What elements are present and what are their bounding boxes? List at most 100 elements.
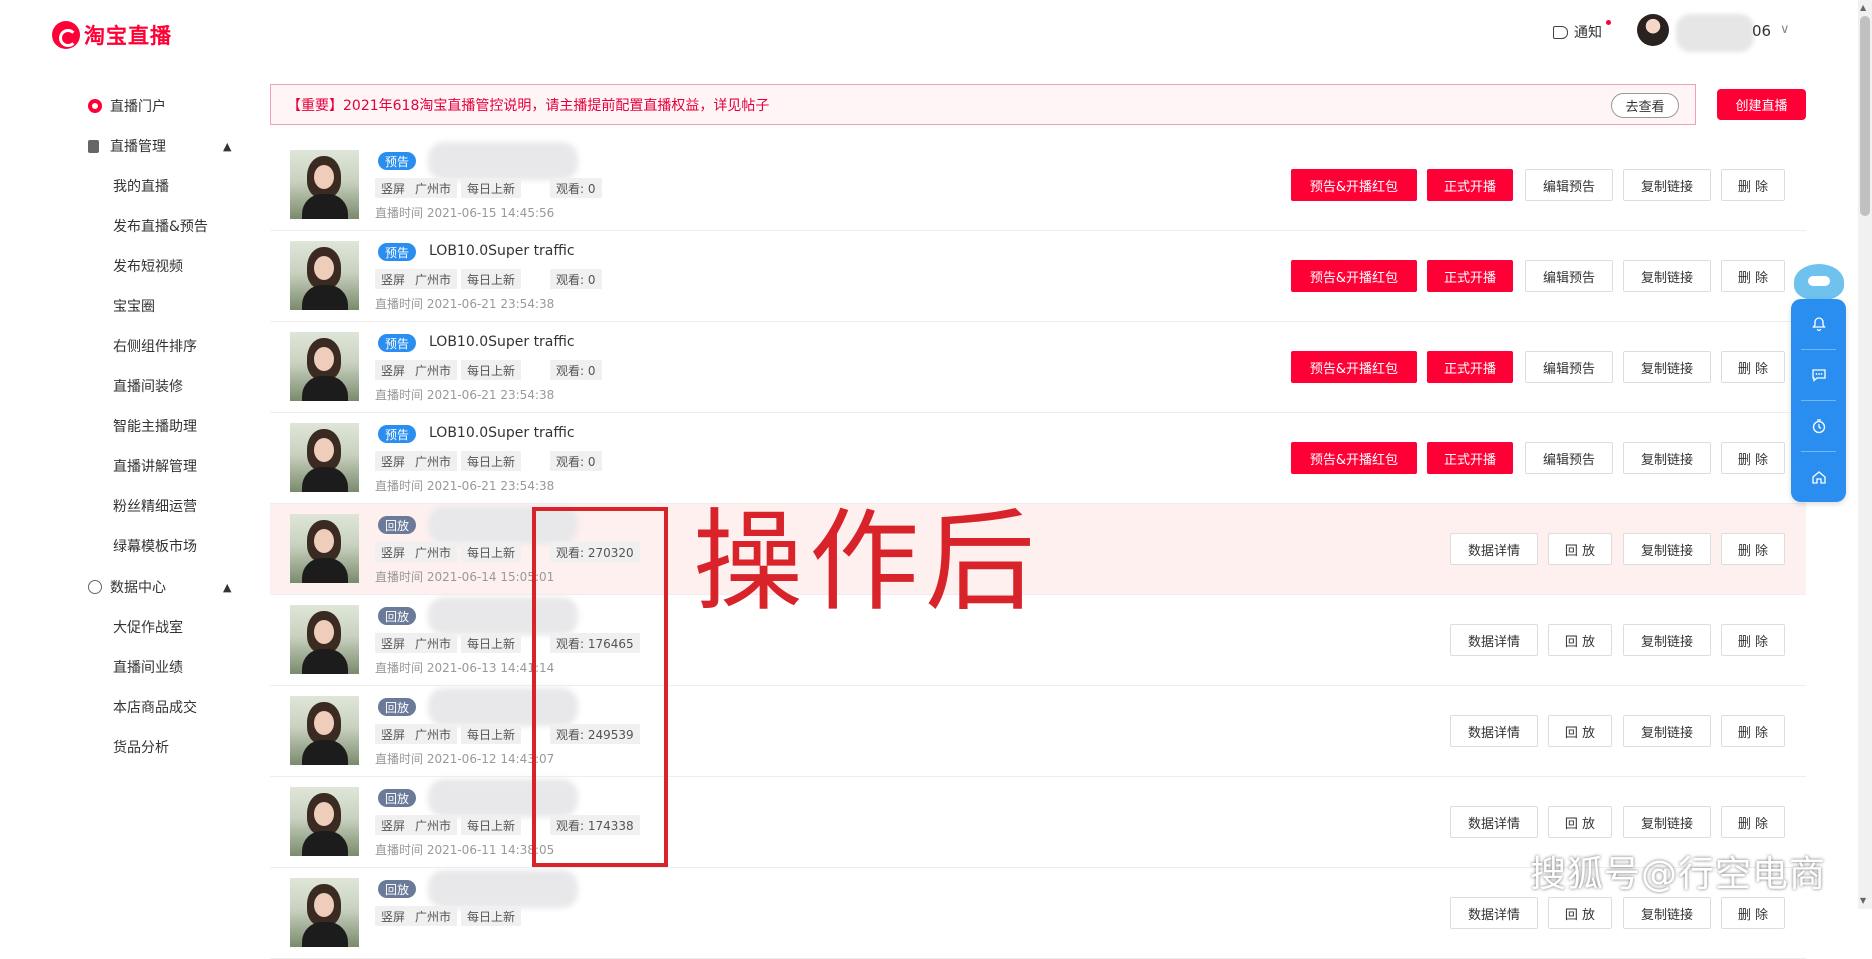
data-detail-button[interactable]: 数据详情 xyxy=(1450,806,1538,838)
live-cover-thumbnail[interactable] xyxy=(290,696,359,765)
start-live-button[interactable]: 正式开播 xyxy=(1427,260,1513,292)
live-cover-thumbnail[interactable] xyxy=(290,332,359,401)
sidebar-item[interactable]: 直播管理 ▲ xyxy=(0,131,252,161)
sidebar-item[interactable]: 大促作战室 xyxy=(0,612,252,642)
replay-button[interactable]: 回 放 xyxy=(1548,806,1612,838)
copy-link-button[interactable]: 复制链接 xyxy=(1623,260,1711,292)
chevron-up-icon[interactable]: ▲ xyxy=(223,581,231,594)
tag-update: 每日上新 xyxy=(461,542,522,562)
chevron-down-icon[interactable]: ∨ xyxy=(1780,22,1790,37)
sidebar-item[interactable]: 直播间装修 xyxy=(0,371,252,401)
home-icon[interactable] xyxy=(1791,452,1846,502)
live-cover-thumbnail[interactable] xyxy=(290,878,359,947)
edit-preview-button[interactable]: 编辑预告 xyxy=(1525,442,1613,474)
sidebar-item[interactable]: 数据中心 ▲ xyxy=(0,572,252,602)
delete-button[interactable]: 删 除 xyxy=(1721,624,1785,656)
preview-redpacket-button[interactable]: 预告&开播红包 xyxy=(1291,169,1417,201)
scroll-up-arrow-icon[interactable]: ▲ xyxy=(1860,3,1866,12)
message-icon[interactable] xyxy=(1791,350,1846,400)
logo-icon xyxy=(52,21,80,49)
mascot-icon[interactable] xyxy=(1794,264,1844,300)
copy-link-button[interactable]: 复制链接 xyxy=(1623,442,1711,474)
live-cover-thumbnail[interactable] xyxy=(290,787,359,856)
edit-preview-button[interactable]: 编辑预告 xyxy=(1525,169,1613,201)
sidebar-item[interactable]: 直播门户 xyxy=(0,91,252,121)
delete-button[interactable]: 删 除 xyxy=(1721,442,1785,474)
tag-city: 广州市 xyxy=(409,269,458,289)
delete-button[interactable]: 删 除 xyxy=(1721,533,1785,565)
sidebar-item[interactable]: 发布直播&预告 xyxy=(0,211,252,241)
live-cover-thumbnail[interactable] xyxy=(290,423,359,492)
start-live-button[interactable]: 正式开播 xyxy=(1427,442,1513,474)
copy-link-button[interactable]: 复制链接 xyxy=(1623,806,1711,838)
tag-city: 广州市 xyxy=(409,906,458,926)
copy-link-button[interactable]: 复制链接 xyxy=(1623,897,1711,929)
data-detail-button[interactable]: 数据详情 xyxy=(1450,624,1538,656)
bell-icon[interactable] xyxy=(1791,299,1846,349)
status-badge: 预告 xyxy=(378,425,417,443)
live-title[interactable]: LOB10.0Super traffic xyxy=(429,334,575,350)
sidebar-item[interactable]: 宝宝圈 xyxy=(0,291,252,321)
live-title[interactable]: LOB10.0Super traffic xyxy=(429,425,575,441)
clock-icon[interactable] xyxy=(1791,401,1846,451)
preview-redpacket-button[interactable]: 预告&开播红包 xyxy=(1291,351,1417,383)
delete-button[interactable]: 删 除 xyxy=(1721,351,1785,383)
chevron-up-icon[interactable]: ▲ xyxy=(223,140,231,153)
start-live-button[interactable]: 正式开播 xyxy=(1427,351,1513,383)
view-notice-button[interactable]: 去查看 xyxy=(1611,93,1679,118)
sidebar-item[interactable]: 本店商品成交 xyxy=(0,692,252,722)
sidebar-item[interactable]: 智能主播助理 xyxy=(0,411,252,441)
sidebar-item[interactable]: 货品分析 xyxy=(0,732,252,762)
replay-button[interactable]: 回 放 xyxy=(1548,897,1612,929)
scrollbar-thumb[interactable] xyxy=(1860,16,1870,216)
create-live-button[interactable]: 创建直播 xyxy=(1717,89,1806,120)
start-live-button[interactable]: 正式开播 xyxy=(1427,169,1513,201)
copy-link-button[interactable]: 复制链接 xyxy=(1623,624,1711,656)
delete-button[interactable]: 删 除 xyxy=(1721,806,1785,838)
taobao-live-logo[interactable]: 淘宝直播 xyxy=(52,20,172,50)
replay-button[interactable]: 回 放 xyxy=(1548,533,1612,565)
live-cover-thumbnail[interactable] xyxy=(290,150,359,219)
edit-preview-button[interactable]: 编辑预告 xyxy=(1525,260,1613,292)
username[interactable]: 06 xyxy=(1752,22,1771,40)
live-list-row: 预告 竖屏 广州市 每日上新 观看: 0 直播时间 2021-06-15 14:45:56… xyxy=(270,140,1806,231)
sidebar-item[interactable]: 发布短视频 xyxy=(0,251,252,281)
preview-redpacket-button[interactable]: 预告&开播红包 xyxy=(1291,260,1417,292)
tag-update: 每日上新 xyxy=(461,906,522,926)
replay-button[interactable]: 回 放 xyxy=(1548,715,1612,747)
sidebar-item[interactable]: 粉丝精细运营 xyxy=(0,491,252,521)
sidebar-item[interactable]: 右侧组件排序 xyxy=(0,331,252,361)
live-time: 直播时间 2021-06-21 23:54:38 xyxy=(375,479,555,493)
delete-button[interactable]: 删 除 xyxy=(1721,715,1785,747)
sidebar-item[interactable]: 我的直播 xyxy=(0,171,252,201)
user-avatar[interactable] xyxy=(1637,14,1669,46)
copy-link-button[interactable]: 复制链接 xyxy=(1623,351,1711,383)
delete-button[interactable]: 删 除 xyxy=(1721,260,1785,292)
copy-link-button[interactable]: 复制链接 xyxy=(1623,715,1711,747)
live-cover-thumbnail[interactable] xyxy=(290,605,359,674)
sidebar-item[interactable]: 直播讲解管理 xyxy=(0,451,252,481)
replay-button[interactable]: 回 放 xyxy=(1548,624,1612,656)
sidebar-item[interactable]: 绿幕模板市场 xyxy=(0,531,252,561)
data-detail-button[interactable]: 数据详情 xyxy=(1450,533,1538,565)
live-cover-thumbnail[interactable] xyxy=(290,241,359,310)
delete-button[interactable]: 删 除 xyxy=(1721,169,1785,201)
tag-city: 广州市 xyxy=(409,178,458,198)
delete-button[interactable]: 删 除 xyxy=(1721,897,1785,929)
copy-link-button[interactable]: 复制链接 xyxy=(1623,533,1711,565)
notification-label: 通知 xyxy=(1574,25,1602,41)
copy-link-button[interactable]: 复制链接 xyxy=(1623,169,1711,201)
preview-redpacket-button[interactable]: 预告&开播红包 xyxy=(1291,442,1417,474)
live-cover-thumbnail[interactable] xyxy=(290,514,359,583)
sidebar-item[interactable]: 直播间业绩 xyxy=(0,652,252,682)
notification-button[interactable]: 通知 xyxy=(1553,20,1611,42)
sidebar-item-label: 本店商品成交 xyxy=(113,700,197,716)
live-list-row: 回放 竖屏 广州市 每日上新 观看: 176465 直播时间 2021-06-13 14:… xyxy=(270,595,1806,686)
status-badge: 预告 xyxy=(378,152,417,170)
sidebar: 直播门户直播管理 ▲ 我的直播发布直播&预告 发布短视频宝宝圈右侧组件排序 直播间装修智… xyxy=(0,66,252,909)
edit-preview-button[interactable]: 编辑预告 xyxy=(1525,351,1613,383)
scroll-down-arrow-icon[interactable]: ▼ xyxy=(1860,896,1866,905)
live-title[interactable]: LOB10.0Super traffic xyxy=(429,243,575,259)
data-detail-button[interactable]: 数据详情 xyxy=(1450,715,1538,747)
data-detail-button[interactable]: 数据详情 xyxy=(1450,897,1538,929)
